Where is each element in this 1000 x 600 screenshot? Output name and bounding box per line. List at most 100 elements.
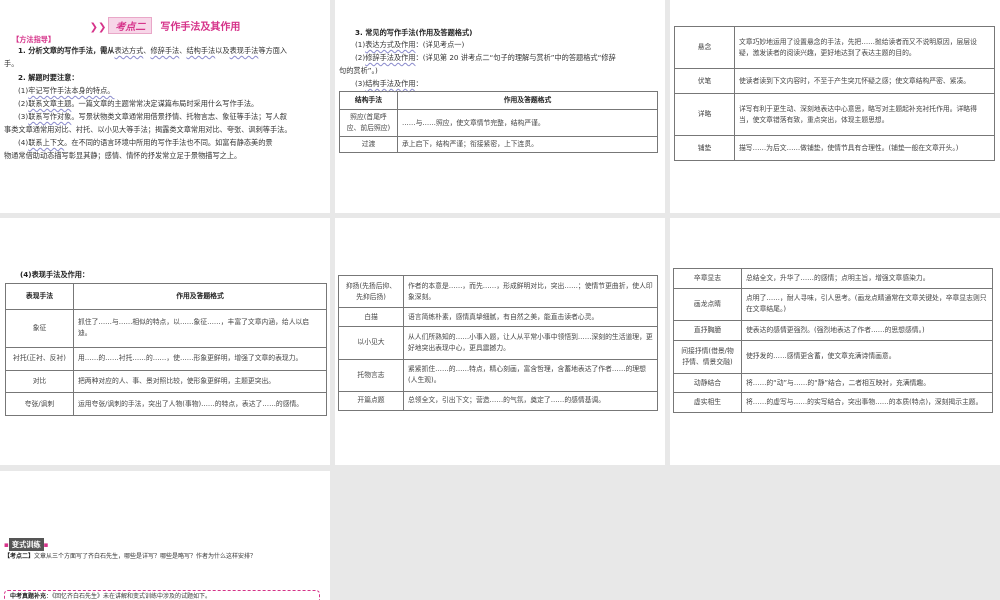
- t: 。一篇文章的主题常常决定谋篇布局时采用什么写作手法。: [71, 99, 259, 108]
- technique-cell: 悬念: [674, 25, 735, 70]
- effect-cell: 使读者读到下文内容时，不至于产生突兀怀疑之感；使文章结构严密、紧凑。: [734, 68, 995, 94]
- sub-3: (3)结构手法及作用：: [355, 77, 423, 90]
- table-row: 以小见大 从人们所熟知的……小事入题，让人从平常小事中领悟到……深刻的生活道理，更…: [338, 326, 658, 360]
- item-3: (3)联系写作对象。写景状物类文章通常用借景抒情、托物言志、象征等手法；写人叙: [18, 110, 287, 123]
- table-row: 衬托(正衬、反衬) 用……的……衬托……的……，使……形象更鲜明，增强了文章的表现…: [5, 346, 327, 371]
- effect-cell: 文章巧妙地运用了设置悬念的手法，先把……抛给读者而又不说明原因，层层设疑，激发读…: [734, 25, 995, 70]
- t: 文章从三个方面写了齐白石先生，哪些是详写？哪些是略写？作者为什么这样安排？: [34, 553, 257, 560]
- t: ：: [415, 79, 423, 88]
- slide-expression-cont-1: 抑扬(先扬后抑、先抑后扬) 作者的本意是……，而先……，形成鲜明对比，突出……；使…: [335, 218, 665, 465]
- item-3-cont: 事类文章通常用对比、衬托、以小见大等手法；揭露类文章常用对比、夸张、讽刺等手法。: [4, 125, 292, 134]
- double-chevron-icon: ❯❯: [89, 22, 107, 33]
- technique-cell: 详略: [674, 92, 735, 137]
- technique-cell: 象征: [5, 308, 74, 348]
- t: 表达方式及作用: [365, 40, 416, 49]
- expression-table-cont-1: 抑扬(先扬后抑、先抑后扬) 作者的本意是……，而先……，形成鲜明对比，突出……；使…: [338, 274, 658, 412]
- t: ：(详见第 20 讲考点二“句子的理解与赏析”中的答题格式“修辞: [415, 53, 616, 62]
- table-row: 伏笔 使读者读到下文内容时，不至于产生突兀怀疑之感；使文章结构严密、紧凑。: [674, 68, 995, 94]
- t: 表达方式: [114, 46, 144, 55]
- technique-cell: 托物言志: [338, 358, 404, 392]
- t: 联系上下文: [28, 138, 65, 147]
- effect-cell: 用……的……衬托……的……，使……形象更鲜明，增强了文章的表现力。: [73, 346, 327, 371]
- table-row: 卒章显志 总结全文，升华了……的感情；点明主旨，增强文章感染力。: [673, 268, 993, 289]
- effect-cell: 运用夸张/讽刺的手法，突出了人物(事物)……的特点，表达了……的感情。: [73, 392, 327, 416]
- t: 修辞手法: [150, 46, 180, 55]
- item-1: (1)牢记写作手法本身的特点。: [18, 84, 114, 97]
- table-row: 夸张/讽刺 运用夸张/讽刺的手法，突出了人物(事物)……的特点，表达了……的感情。: [5, 392, 327, 416]
- technique-cell: 虚实相生: [673, 392, 742, 413]
- section-title-text: 写作手法及其作用: [160, 22, 241, 33]
- technique-cell: 衬托(正衬、反衬): [5, 346, 74, 371]
- effect-cell: 描写……为后文……做铺垫，使情节具有合理性。(铺垫一般在文章开头。): [734, 135, 995, 161]
- column-header: 作用及答题格式: [397, 91, 658, 110]
- t: 1. 分析文章的写作手法，需从: [18, 46, 115, 55]
- effect-cell: 使抒发的……感情更含蓄，使文章充满诗情画意。: [741, 339, 993, 374]
- t: 联系写作对象: [28, 112, 72, 121]
- technique-cell: 间接抒情(借景/物抒情、情景交融): [673, 339, 742, 374]
- t: ：(详见考点一): [415, 40, 465, 49]
- t: (1): [355, 40, 366, 49]
- technique-cell: 对比: [5, 369, 74, 394]
- slide-common-techniques: 3. 常见的写作手法(作用及答题格式) (1)表达方式及作用：(详见考点一) (…: [335, 0, 665, 213]
- technique-cell: 夸张/讽刺: [5, 392, 74, 416]
- effect-cell: 总结全文，升华了……的感情；点明主旨，增强文章感染力。: [741, 268, 993, 289]
- structure-table: 结构手法 作用及答题格式 照应(首尾呼应、前后照应) ……与……照应，使文章情节完整，…: [339, 91, 658, 153]
- table-row: 开篇点题 总领全文，引出下文；营造……的气氛，奠定了……的感情基调。: [338, 390, 658, 412]
- sub-2-cont: 句的赏析”。): [339, 66, 378, 75]
- technique-cell: 卒章显志: [673, 268, 742, 289]
- section-tag: 考点二: [108, 17, 153, 34]
- t: 结构手法: [186, 46, 216, 55]
- table-row: 悬念 文章巧妙地运用了设置悬念的手法，先把……抛给读者而又不说明原因，层层设疑，激…: [674, 25, 995, 70]
- note-text: 中考真题补充：《回忆齐白石先生》未在讲解和变式训练中涉及的试题如下。: [10, 590, 211, 600]
- item-4: (4)联系上下文。在不同的语言环境中所用的写作手法也不同。如富有静态美的景: [18, 136, 273, 149]
- technique-cell: 以小见大: [338, 326, 404, 360]
- expression-table: 表现手法 作用及答题格式 象征 抓住了……与……相似的特点，以……象征……，丰富了文章…: [5, 283, 327, 416]
- technique-cell: 白描: [338, 307, 404, 328]
- table-row: 铺垫 描写……为后文……做铺垫，使情节具有合理性。(铺垫一般在文章开头。): [674, 135, 995, 161]
- effect-cell: 承上启下，结构严谨；衔接紧密，上下连贯。: [397, 136, 658, 153]
- technique-cell: 抑扬(先扬后抑、先抑后扬): [338, 274, 404, 309]
- effect-cell: 总领全文，引出下文；营造……的气氛，奠定了……的感情基调。: [403, 390, 658, 412]
- column-header: 表现手法: [5, 283, 74, 310]
- effect-cell: 使表达的感情更强烈。(强烈地表达了作者……的思想感情。): [741, 320, 993, 341]
- table-row: 间接抒情(借景/物抒情、情景交融) 使抒发的……感情更含蓄，使文章充满诗情画意。: [673, 339, 993, 374]
- effect-cell: 紧紧抓住……的……特点，精心刻画，富含哲理，含蓄地表达了作者……的理想(人生观)…: [403, 358, 658, 392]
- table-row: 虚实相生 将……的虚写与……的实写结合，突出事物……的本质(特点)，深刻揭示主题。: [673, 392, 993, 413]
- sub-2: (2)修辞手法及作用：(详见第 20 讲考点二“句子的理解与赏析”中的答题格式“…: [355, 51, 616, 64]
- effect-cell: 语言简练朴素，感情真挚细腻，有自然之美，能直击读者心灵。: [403, 307, 658, 328]
- t: 。在不同的语言环境中所用的写作手法也不同。如富有静态美的景: [64, 138, 273, 147]
- table-row: 详略 详写有利于更生动、深刻地表达中心意思，略写对主题起补充衬托作用。详略得当，使…: [674, 92, 995, 137]
- technique-cell: 过渡: [339, 136, 398, 153]
- table-header-row: 结构手法 作用及答题格式: [339, 91, 658, 110]
- t: 牢记写作手法本身的特点。: [28, 86, 115, 95]
- technique-cell: 开篇点题: [338, 390, 404, 412]
- column-header: 结构手法: [339, 91, 398, 110]
- expression-heading: (4)表现手法及作用：: [20, 270, 90, 279]
- point-2-heading: 2. 解题时要注意：: [18, 73, 79, 82]
- technique-cell: 铺垫: [674, 135, 735, 161]
- t: (3): [355, 79, 366, 88]
- t: 联系文章主题: [28, 99, 72, 108]
- effect-cell: 点明了……，耐人寻味，引人思考。(画龙点睛通常在文章关键处，卒章显志则只在文章结…: [741, 287, 993, 322]
- technique-cell: 画龙点睛: [673, 287, 742, 322]
- slide-writing-techniques-intro: ❯❯ 考点二 写作手法及其作用 【方法指导】 1. 分析文章的写作手法，需从表达方式…: [0, 0, 330, 213]
- t: (2): [355, 53, 366, 62]
- table-row: 对比 把两种对应的人、事、景对照比较，使形象更鲜明，主题更突出。: [5, 369, 327, 394]
- t: ：《回忆齐白石先生》未在讲解和变式训练中涉及的试题如下。: [46, 593, 212, 600]
- t: (1): [18, 86, 29, 95]
- t: 表现手法: [229, 46, 259, 55]
- t: 等方面入: [258, 46, 288, 55]
- effect-cell: 详写有利于更生动、深刻地表达中心意思，略写对主题起补充衬托作用。详略得当，使文章…: [734, 92, 995, 137]
- table-header-row: 表现手法 作用及答题格式: [5, 283, 327, 310]
- expression-table-cont-2: 卒章显志 总结全文，升华了……的感情；点明主旨，增强文章感染力。 画龙点睛 点明了………: [673, 268, 993, 413]
- t: 修辞手法及作用: [365, 53, 416, 62]
- table-row: 动静结合 将……的“动”与……的“静”结合，二者相互映衬，充满情趣。: [673, 372, 993, 394]
- sub-1: (1)表达方式及作用：(详见考点一): [355, 38, 464, 51]
- item-4-cont: 物通常借助动态描写彰显其静；感情、情怀的抒发常立足于景物描写之上。: [4, 151, 242, 160]
- technique-cell: 直抒胸臆: [673, 320, 742, 341]
- table-row: 照应(首尾呼应、前后照应) ……与……照应，使文章情节完整，结构严谨。: [339, 109, 658, 137]
- point-1-cont: 手。: [4, 59, 19, 68]
- table-row: 托物言志 紧紧抓住……的……特点，精心刻画，富含哲理，含蓄地表达了作者……的理想(…: [338, 358, 658, 392]
- table-row: 白描 语言简练朴素，感情真挚细腻，有自然之美，能直击读者心灵。: [338, 307, 658, 328]
- t: 以及: [215, 46, 230, 55]
